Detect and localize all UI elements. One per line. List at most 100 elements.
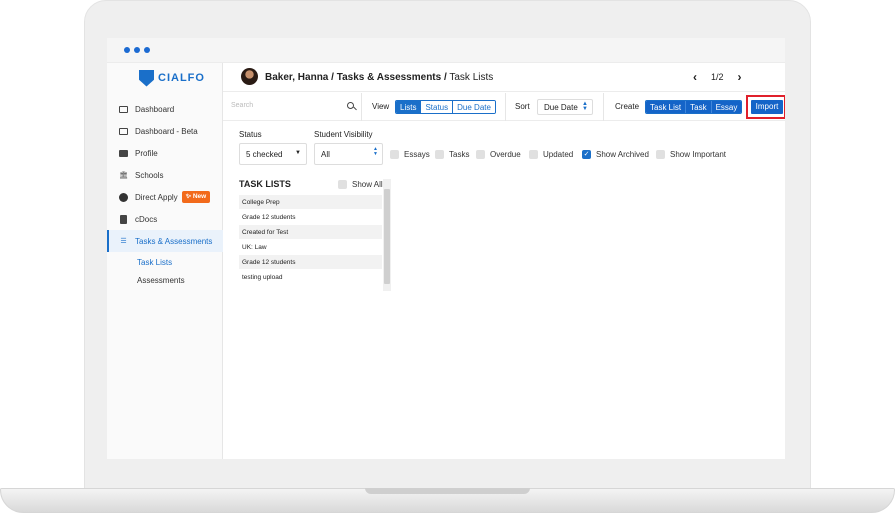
create-task-list-button[interactable]: Task List [646, 101, 687, 113]
checkbox-label: Show Important [670, 149, 727, 159]
toolbar: Search View Lists Status Due Date Sort D… [223, 93, 785, 121]
checkbox-label: Essays [404, 149, 430, 159]
laptop-notch [365, 488, 530, 494]
checkbox-label: Show All [352, 180, 383, 189]
task-list-row[interactable]: College Prep [239, 195, 382, 209]
tasks-checkbox[interactable]: Tasks [435, 149, 469, 159]
search-icon[interactable] [347, 102, 354, 109]
direct-apply-icon [119, 192, 128, 202]
sidebar-item-label: Profile [135, 148, 158, 158]
sidebar-item-direct-apply[interactable]: Direct Apply ✨︎ New [107, 186, 223, 208]
view-due-date-button[interactable]: Due Date [453, 101, 495, 113]
task-lists-heading: TASK LISTS [239, 179, 291, 189]
dashboard-icon [119, 127, 128, 135]
window-dot-icon[interactable] [124, 47, 130, 53]
page-header: Baker, Hanna / Tasks & Assessments / Tas… [223, 63, 785, 92]
updated-checkbox[interactable]: Updated [529, 149, 573, 159]
window-dot-icon[interactable] [144, 47, 150, 53]
check-icon: ✓ [582, 149, 591, 159]
sort-label: Sort [515, 102, 530, 111]
sidebar-item-schools[interactable]: 🏛︎ Schools [107, 164, 223, 186]
divider [361, 93, 362, 121]
visibility-label: Student Visibility [314, 130, 373, 139]
status-label: Status [239, 130, 262, 139]
breadcrumb: Baker, Hanna / Tasks & Assessments / Tas… [265, 72, 493, 83]
checkbox-box [529, 149, 538, 159]
checkbox-box [338, 180, 347, 189]
logo-text: CIALFO [158, 72, 205, 84]
checkbox-box [656, 149, 665, 159]
task-list-row[interactable]: Grade 12 students [239, 255, 382, 269]
overdue-checkbox[interactable]: Overdue [476, 149, 521, 159]
task-list-row[interactable]: Created for Test [239, 225, 382, 239]
cialfo-logo[interactable]: CIALFO [139, 69, 205, 87]
sidebar-item-label: Dashboard - Beta [135, 126, 198, 136]
avatar [241, 68, 258, 85]
sidebar-item-label: Direct Apply [135, 192, 178, 202]
page-indicator: 1/2 [711, 72, 724, 82]
window-dot-icon[interactable] [134, 47, 140, 53]
breadcrumb-path[interactable]: Baker, Hanna / Tasks & Assessments / [265, 72, 447, 83]
view-status-button[interactable]: Status [421, 101, 454, 113]
create-buttons: Task List Task Essay [645, 100, 743, 114]
import-highlight [746, 95, 785, 119]
chevron-right-icon[interactable]: › [738, 70, 742, 84]
shield-icon [139, 69, 154, 87]
show-archived-checkbox[interactable]: ✓ Show Archived [582, 149, 649, 159]
create-task-button[interactable]: Task [686, 101, 712, 113]
create-label: Create [615, 102, 640, 111]
sidebar-item-cdocs[interactable]: cDocs [107, 208, 223, 230]
status-value: 5 checked [246, 150, 283, 159]
sidebar-item-dashboard-beta[interactable]: Dashboard - Beta [107, 120, 223, 142]
visibility-select[interactable]: All ▲ ▼ [314, 143, 383, 165]
checkbox-label: Updated [543, 149, 574, 159]
create-essay-button[interactable]: Essay [711, 101, 742, 113]
sidebar-item-label: cDocs [135, 214, 158, 224]
list-icon: ☰ [120, 238, 127, 245]
checkbox-label: Show Archived [596, 149, 649, 159]
sidebar-item-label: Dashboard [135, 104, 175, 114]
sort-select[interactable]: Due Date ▲ ▼ [537, 99, 593, 115]
app-window: CIALFO Dashboard Dashboard - Beta Profil… [107, 38, 785, 459]
pager: ‹ 1/2 › [693, 70, 742, 84]
show-all-checkbox[interactable]: Show All [338, 180, 383, 189]
checkbox-box [435, 149, 444, 159]
sidebar-item-dashboard[interactable]: Dashboard [107, 98, 223, 120]
task-list-row[interactable]: testing upload [239, 270, 382, 284]
task-list-scrollbar[interactable] [383, 179, 391, 291]
document-icon [119, 214, 128, 224]
sidebar-item-profile[interactable]: Profile [107, 142, 223, 164]
sidebar-item-label: Schools [135, 170, 164, 180]
essays-checkbox[interactable]: Essays [390, 149, 430, 159]
task-list-row[interactable]: Grade 12 students [239, 210, 382, 224]
caret-updown-icon: ▲ ▼ [373, 146, 378, 157]
sort-value: Due Date [544, 103, 578, 112]
window-titlebar [107, 38, 785, 63]
checkbox-box [476, 149, 485, 159]
view-label: View [372, 102, 390, 111]
divider [505, 93, 506, 121]
scroll-thumb[interactable] [384, 189, 390, 284]
breadcrumb-current: Task Lists [446, 72, 494, 83]
id-card-icon [119, 149, 128, 157]
divider [603, 93, 604, 121]
view-toggle: Lists Status Due Date [395, 100, 496, 114]
checkbox-label: Overdue [490, 149, 521, 159]
chevron-left-icon[interactable]: ‹ [693, 70, 697, 84]
building-icon: 🏛︎ [119, 172, 128, 179]
dashboard-icon [119, 105, 128, 113]
sidebar-item-label: Tasks & Assessments [135, 236, 213, 246]
sort-caret-icon: ▲ ▼ [582, 101, 588, 112]
subnav-assessments[interactable]: Assessments [137, 276, 185, 285]
new-badge: ✨︎ New [181, 191, 211, 203]
subnav-task-lists[interactable]: Task Lists [137, 258, 172, 267]
sidebar-item-tasks-assessments[interactable]: ☰ Tasks & Assessments [107, 230, 223, 252]
view-lists-button[interactable]: Lists [396, 101, 422, 113]
checkbox-box [390, 149, 399, 159]
status-select[interactable]: 5 checked ▼ [239, 143, 307, 165]
search-input[interactable]: Search [231, 98, 353, 116]
checkbox-label: Tasks [449, 149, 470, 159]
task-list-row[interactable]: UK: Law [239, 240, 382, 254]
sidebar: CIALFO Dashboard Dashboard - Beta Profil… [107, 63, 223, 459]
show-important-checkbox[interactable]: Show Important [656, 149, 726, 159]
